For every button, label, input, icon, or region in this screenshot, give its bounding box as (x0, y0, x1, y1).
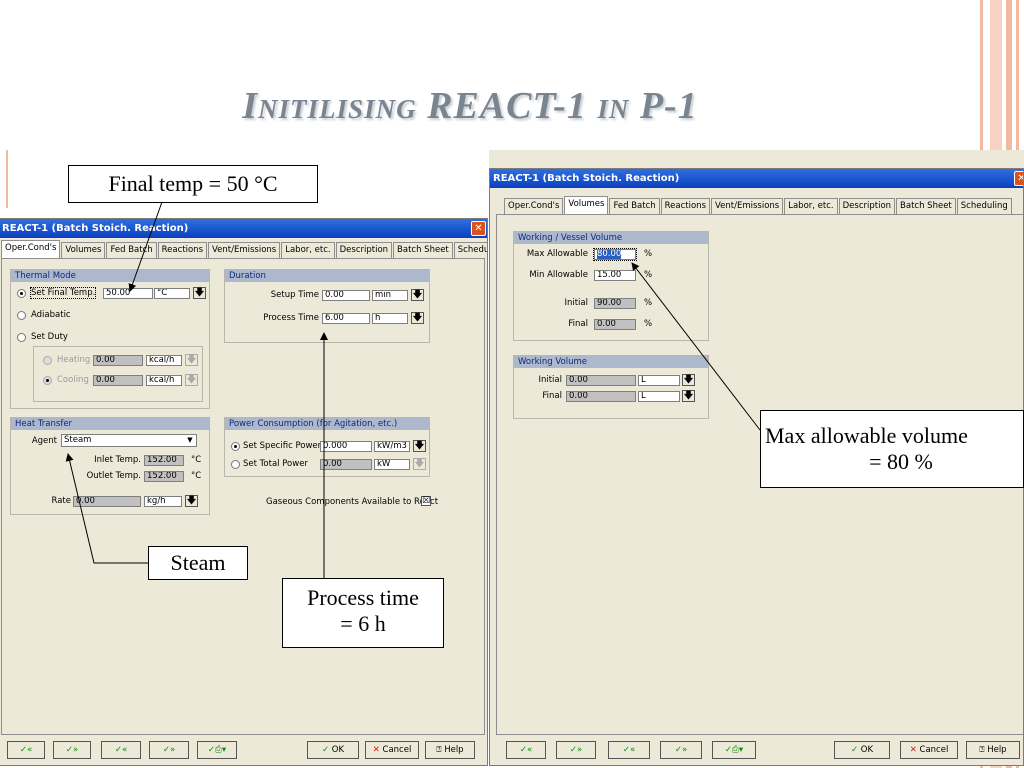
max-volume-arrow (631, 262, 761, 431)
max-volume-callout-line2: = 80 % (869, 449, 933, 474)
process-time-callout-line1: Process time (307, 585, 419, 610)
final-temp-callout: Final temp = 50 °C (68, 165, 318, 203)
process-time-callout-line2: = 6 h (340, 611, 386, 636)
callout-arrows (65, 201, 761, 578)
steam-callout-text: Steam (170, 550, 226, 575)
process-time-callout: Process time = 6 h (282, 578, 444, 648)
steam-arrow (65, 453, 148, 564)
final-temp-callout-text: Final temp = 50 °C (108, 171, 278, 196)
steam-callout: Steam (148, 546, 248, 580)
final-temp-arrow (128, 201, 163, 292)
max-volume-callout-line1: Max allowable volume (765, 423, 968, 448)
max-volume-callout: Max allowable volume = 80 % (760, 410, 1024, 488)
